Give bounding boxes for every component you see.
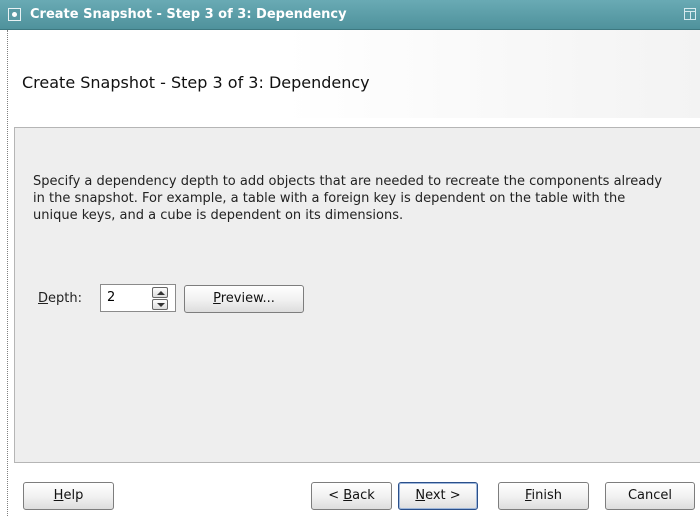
next-mnemonic: N <box>415 488 426 503</box>
page-title: Create Snapshot - Step 3 of 3: Dependenc… <box>22 73 370 92</box>
spinner-up-button[interactable] <box>152 287 168 298</box>
depth-spinner <box>148 284 176 312</box>
help-mnemonic: H <box>53 488 64 503</box>
back-mnemonic: B <box>343 488 353 503</box>
window-title: Create Snapshot - Step 3 of 3: Dependenc… <box>30 7 347 22</box>
next-label: ext > <box>425 488 461 503</box>
help-label: elp <box>63 488 84 503</box>
preview-label: review... <box>220 291 275 306</box>
left-border <box>0 30 8 516</box>
help-button[interactable]: Help <box>23 482 114 510</box>
depth-label-text: epth: <box>48 291 82 306</box>
depth-input[interactable]: 2 <box>100 284 148 312</box>
depth-label-mnemonic: D <box>38 291 49 306</box>
finish-label: inish <box>531 488 563 503</box>
maximize-icon[interactable] <box>684 8 696 20</box>
next-button[interactable]: Next > <box>398 482 478 510</box>
back-label: ack <box>352 488 375 503</box>
spinner-down-button[interactable] <box>152 299 168 310</box>
preview-button[interactable]: Preview... <box>184 285 304 313</box>
back-prefix: < <box>328 488 344 503</box>
back-button[interactable]: < Back <box>311 482 392 510</box>
window-titlebar[interactable]: Create Snapshot - Step 3 of 3: Dependenc… <box>0 0 700 30</box>
depth-label: Depth: <box>38 291 82 306</box>
cancel-button[interactable]: Cancel <box>605 482 695 510</box>
description-text: Specify a dependency depth to add object… <box>33 174 663 223</box>
preview-mnemonic: P <box>213 291 221 306</box>
finish-button[interactable]: Finish <box>498 482 589 510</box>
window-menu-icon[interactable] <box>8 8 21 21</box>
